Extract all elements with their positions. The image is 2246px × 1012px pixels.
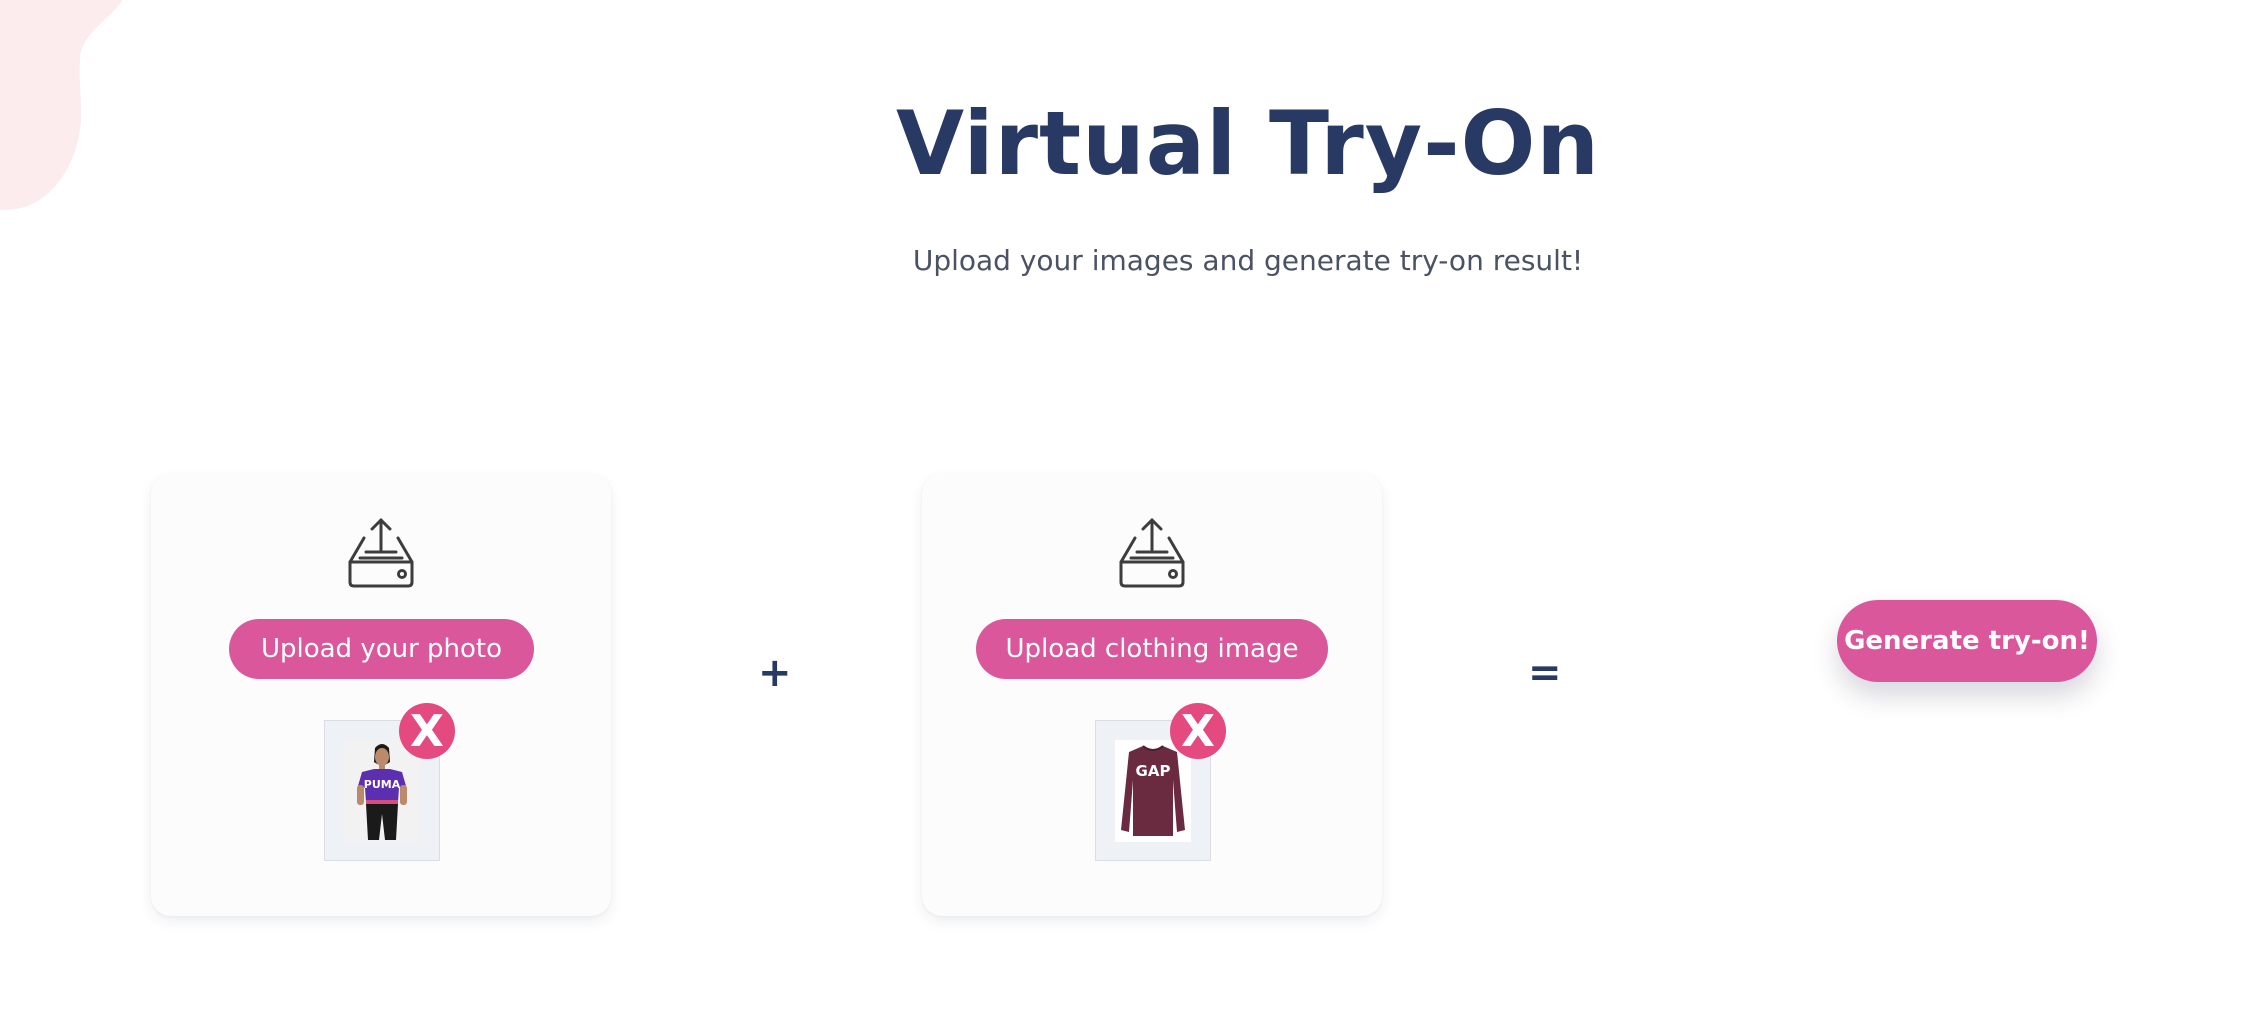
clothing-upload-card: Upload clothing image GAP X — [922, 474, 1382, 916]
equals-operator: = — [1528, 650, 1562, 696]
remove-clothing-button[interactable]: X — [1170, 703, 1226, 759]
page-title: Virtual Try-On — [895, 92, 1601, 195]
upload-tray-icon — [1119, 518, 1185, 588]
upload-photo-button[interactable]: Upload your photo — [229, 619, 534, 679]
svg-text:GAP: GAP — [1136, 762, 1171, 780]
page-subtitle: Upload your images and generate try-on r… — [912, 244, 1584, 277]
upload-clothing-button[interactable]: Upload clothing image — [976, 619, 1328, 679]
svg-text:PUMA: PUMA — [364, 778, 401, 791]
generate-tryon-button[interactable]: Generate try-on! — [1837, 600, 2097, 682]
clothing-photo: GAP — [1115, 739, 1191, 842]
plus-operator: + — [758, 650, 792, 696]
upload-tray-icon — [348, 518, 414, 588]
remove-photo-button[interactable]: X — [399, 703, 455, 759]
person-upload-card: Upload your photo PUMA X — [151, 474, 611, 916]
person-photo: PUMA — [344, 739, 420, 842]
